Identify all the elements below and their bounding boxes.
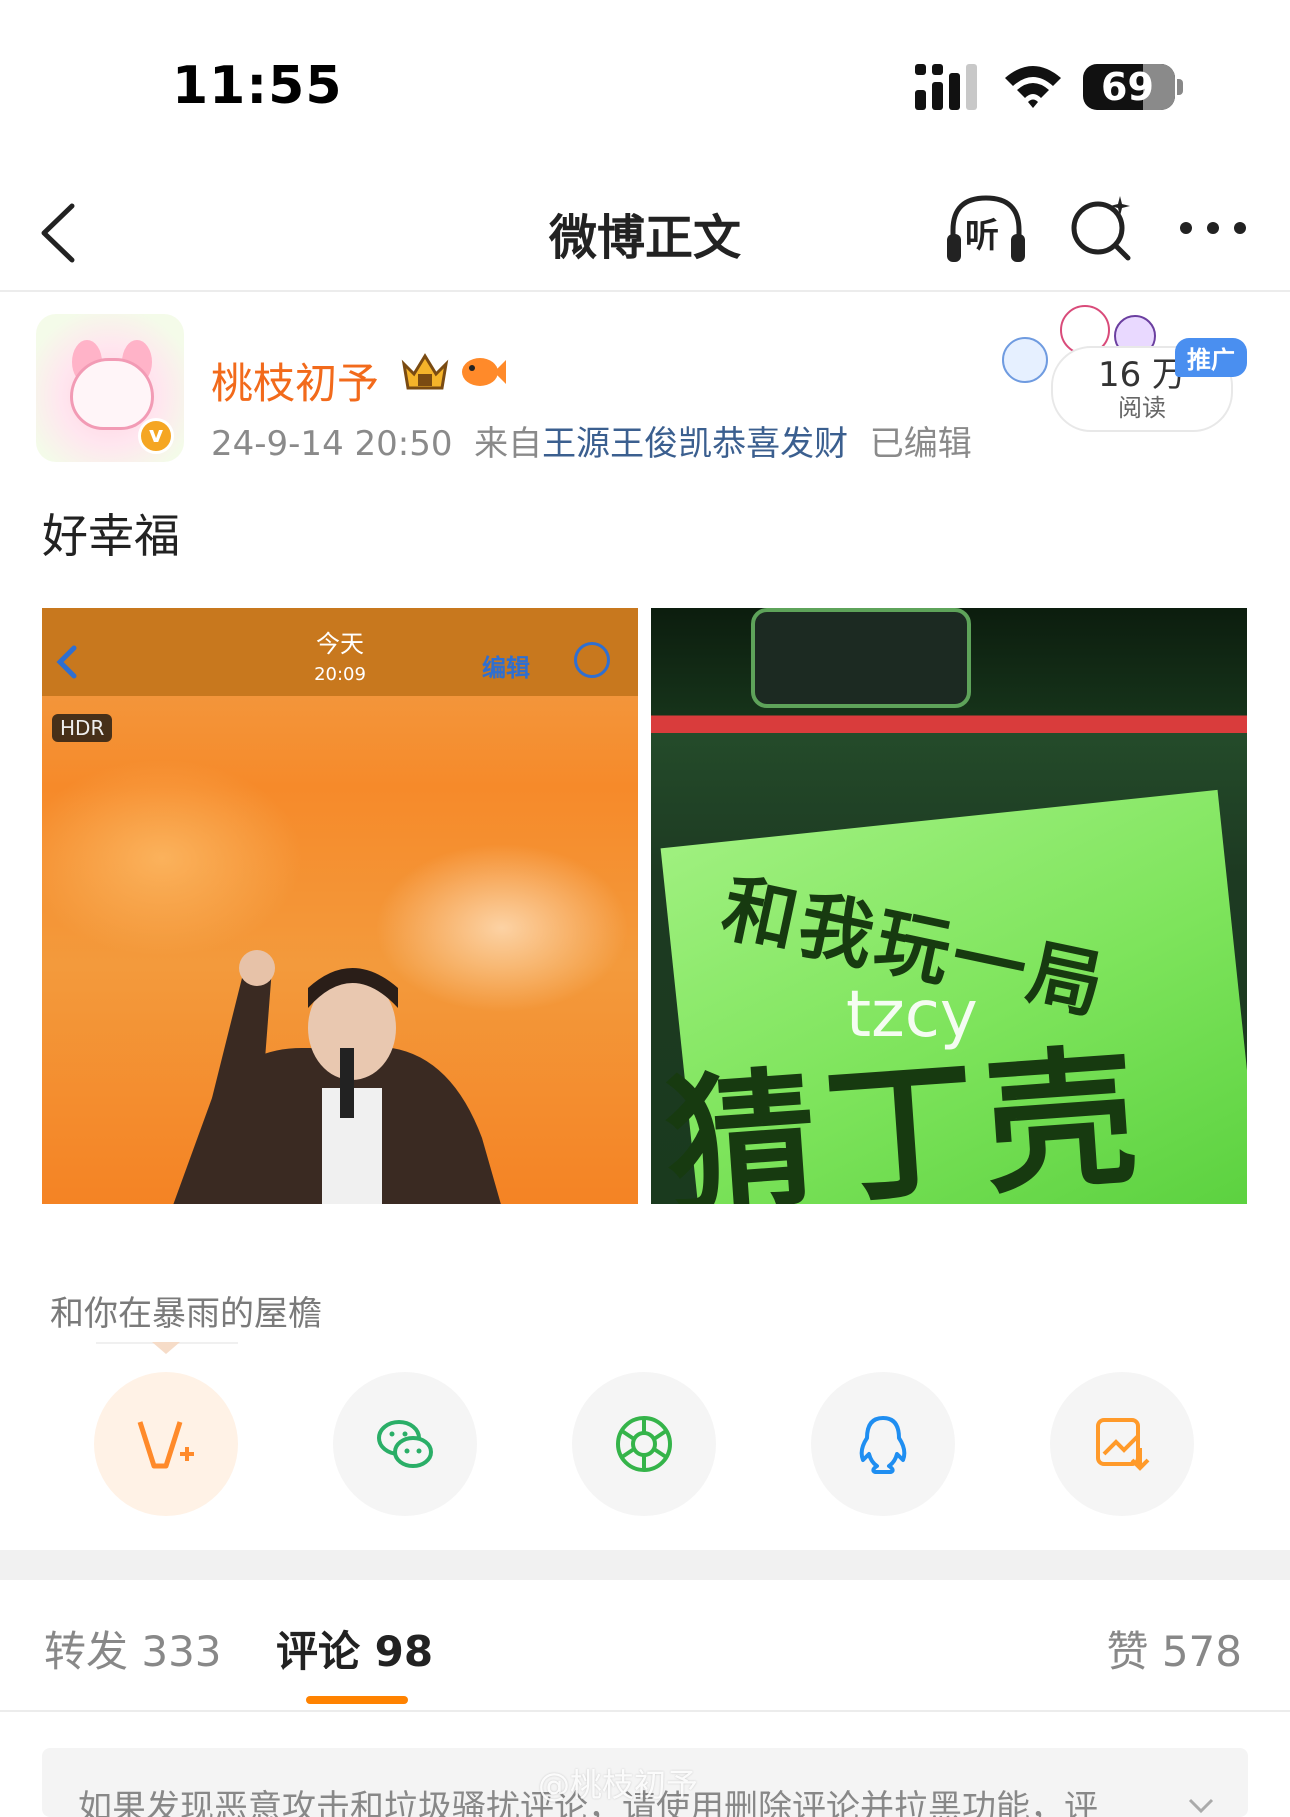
status-time: 11:55 <box>172 56 343 116</box>
wechat-icon <box>377 1420 433 1468</box>
share-qq-button[interactable] <box>811 1372 955 1516</box>
share-vplus-button[interactable] <box>94 1372 238 1516</box>
avatar-face <box>70 358 154 430</box>
battery-percent: 69 <box>1101 65 1154 109</box>
post-image-2[interactable]: 和我玩一局 猜丁壳~ tzcy <box>651 608 1247 1204</box>
phone-in-photo <box>751 608 971 708</box>
signal-icon <box>915 64 977 110</box>
save-image-icon <box>1096 1418 1150 1471</box>
post-meta: 24-9-14 20:50 来自王源王俊凯恭喜发财 已编辑 <box>211 416 972 465</box>
listen-button[interactable]: 听 <box>945 188 1027 268</box>
section-divider <box>0 1550 1290 1580</box>
chevron-down-icon[interactable] <box>1188 1798 1214 1814</box>
moments-icon <box>616 1416 672 1472</box>
nav-bar: 微博正文 听 <box>0 170 1290 292</box>
post-text: 好幸福 <box>42 509 180 563</box>
vplus-icon <box>137 1421 194 1469</box>
tab-repost[interactable]: 转发 333 <box>44 1618 222 1679</box>
music-caption[interactable]: 和你在暴雨的屋檐 <box>50 1286 322 1335</box>
source-prefix: 来自 <box>474 424 543 464</box>
author-name[interactable]: 桃枝初予 <box>211 350 379 411</box>
qq-icon <box>859 1416 907 1474</box>
tab-border <box>0 1710 1290 1712</box>
share-wechat-button[interactable] <box>333 1372 477 1516</box>
promo-card[interactable]: 16 万 阅读 推广 <box>985 300 1247 432</box>
ellipsis-circle-icon <box>574 642 610 678</box>
edited-label[interactable]: 已编辑 <box>870 424 972 464</box>
screenshot-edit: 编辑 <box>482 654 530 682</box>
screenshot-time: 20:09 <box>314 664 366 685</box>
verified-badge-icon: v <box>138 418 174 454</box>
status-bar: 11:55 69 <box>0 0 1290 150</box>
crown-badge-icon[interactable] <box>400 350 450 394</box>
wifi-icon <box>1005 66 1061 108</box>
fish-badge-icon[interactable] <box>460 354 506 390</box>
more-options-icon[interactable] <box>1178 218 1248 238</box>
battery-indicator: 69 <box>1083 64 1183 110</box>
share-save-image-button[interactable] <box>1050 1372 1194 1516</box>
post-source[interactable]: 王源王俊凯恭喜发财 <box>542 424 848 464</box>
music-caret <box>152 1342 180 1354</box>
post-image-1[interactable]: 今天 20:09 编辑 HDR <box>42 608 638 1204</box>
share-moments-button[interactable] <box>572 1372 716 1516</box>
post-date: 24-9-14 20:50 <box>211 424 453 464</box>
listen-label: 听 <box>965 216 999 256</box>
search-icon[interactable] <box>1068 192 1134 262</box>
watermark: @桃枝初予 <box>538 1766 699 1804</box>
hdr-badge: HDR <box>52 714 113 742</box>
image-overlay-text: tzcy <box>846 978 978 1052</box>
read-label: 阅读 <box>1118 394 1166 422</box>
tab-comment[interactable]: 评论 98 <box>276 1618 433 1679</box>
author-avatar[interactable]: v <box>36 314 184 462</box>
tab-active-indicator <box>306 1696 408 1704</box>
tab-like[interactable]: 赞 578 <box>1106 1618 1242 1679</box>
performer-figure <box>173 950 501 1204</box>
screenshot-date: 今天 <box>316 630 364 658</box>
promote-tag[interactable]: 推广 <box>1175 338 1247 377</box>
